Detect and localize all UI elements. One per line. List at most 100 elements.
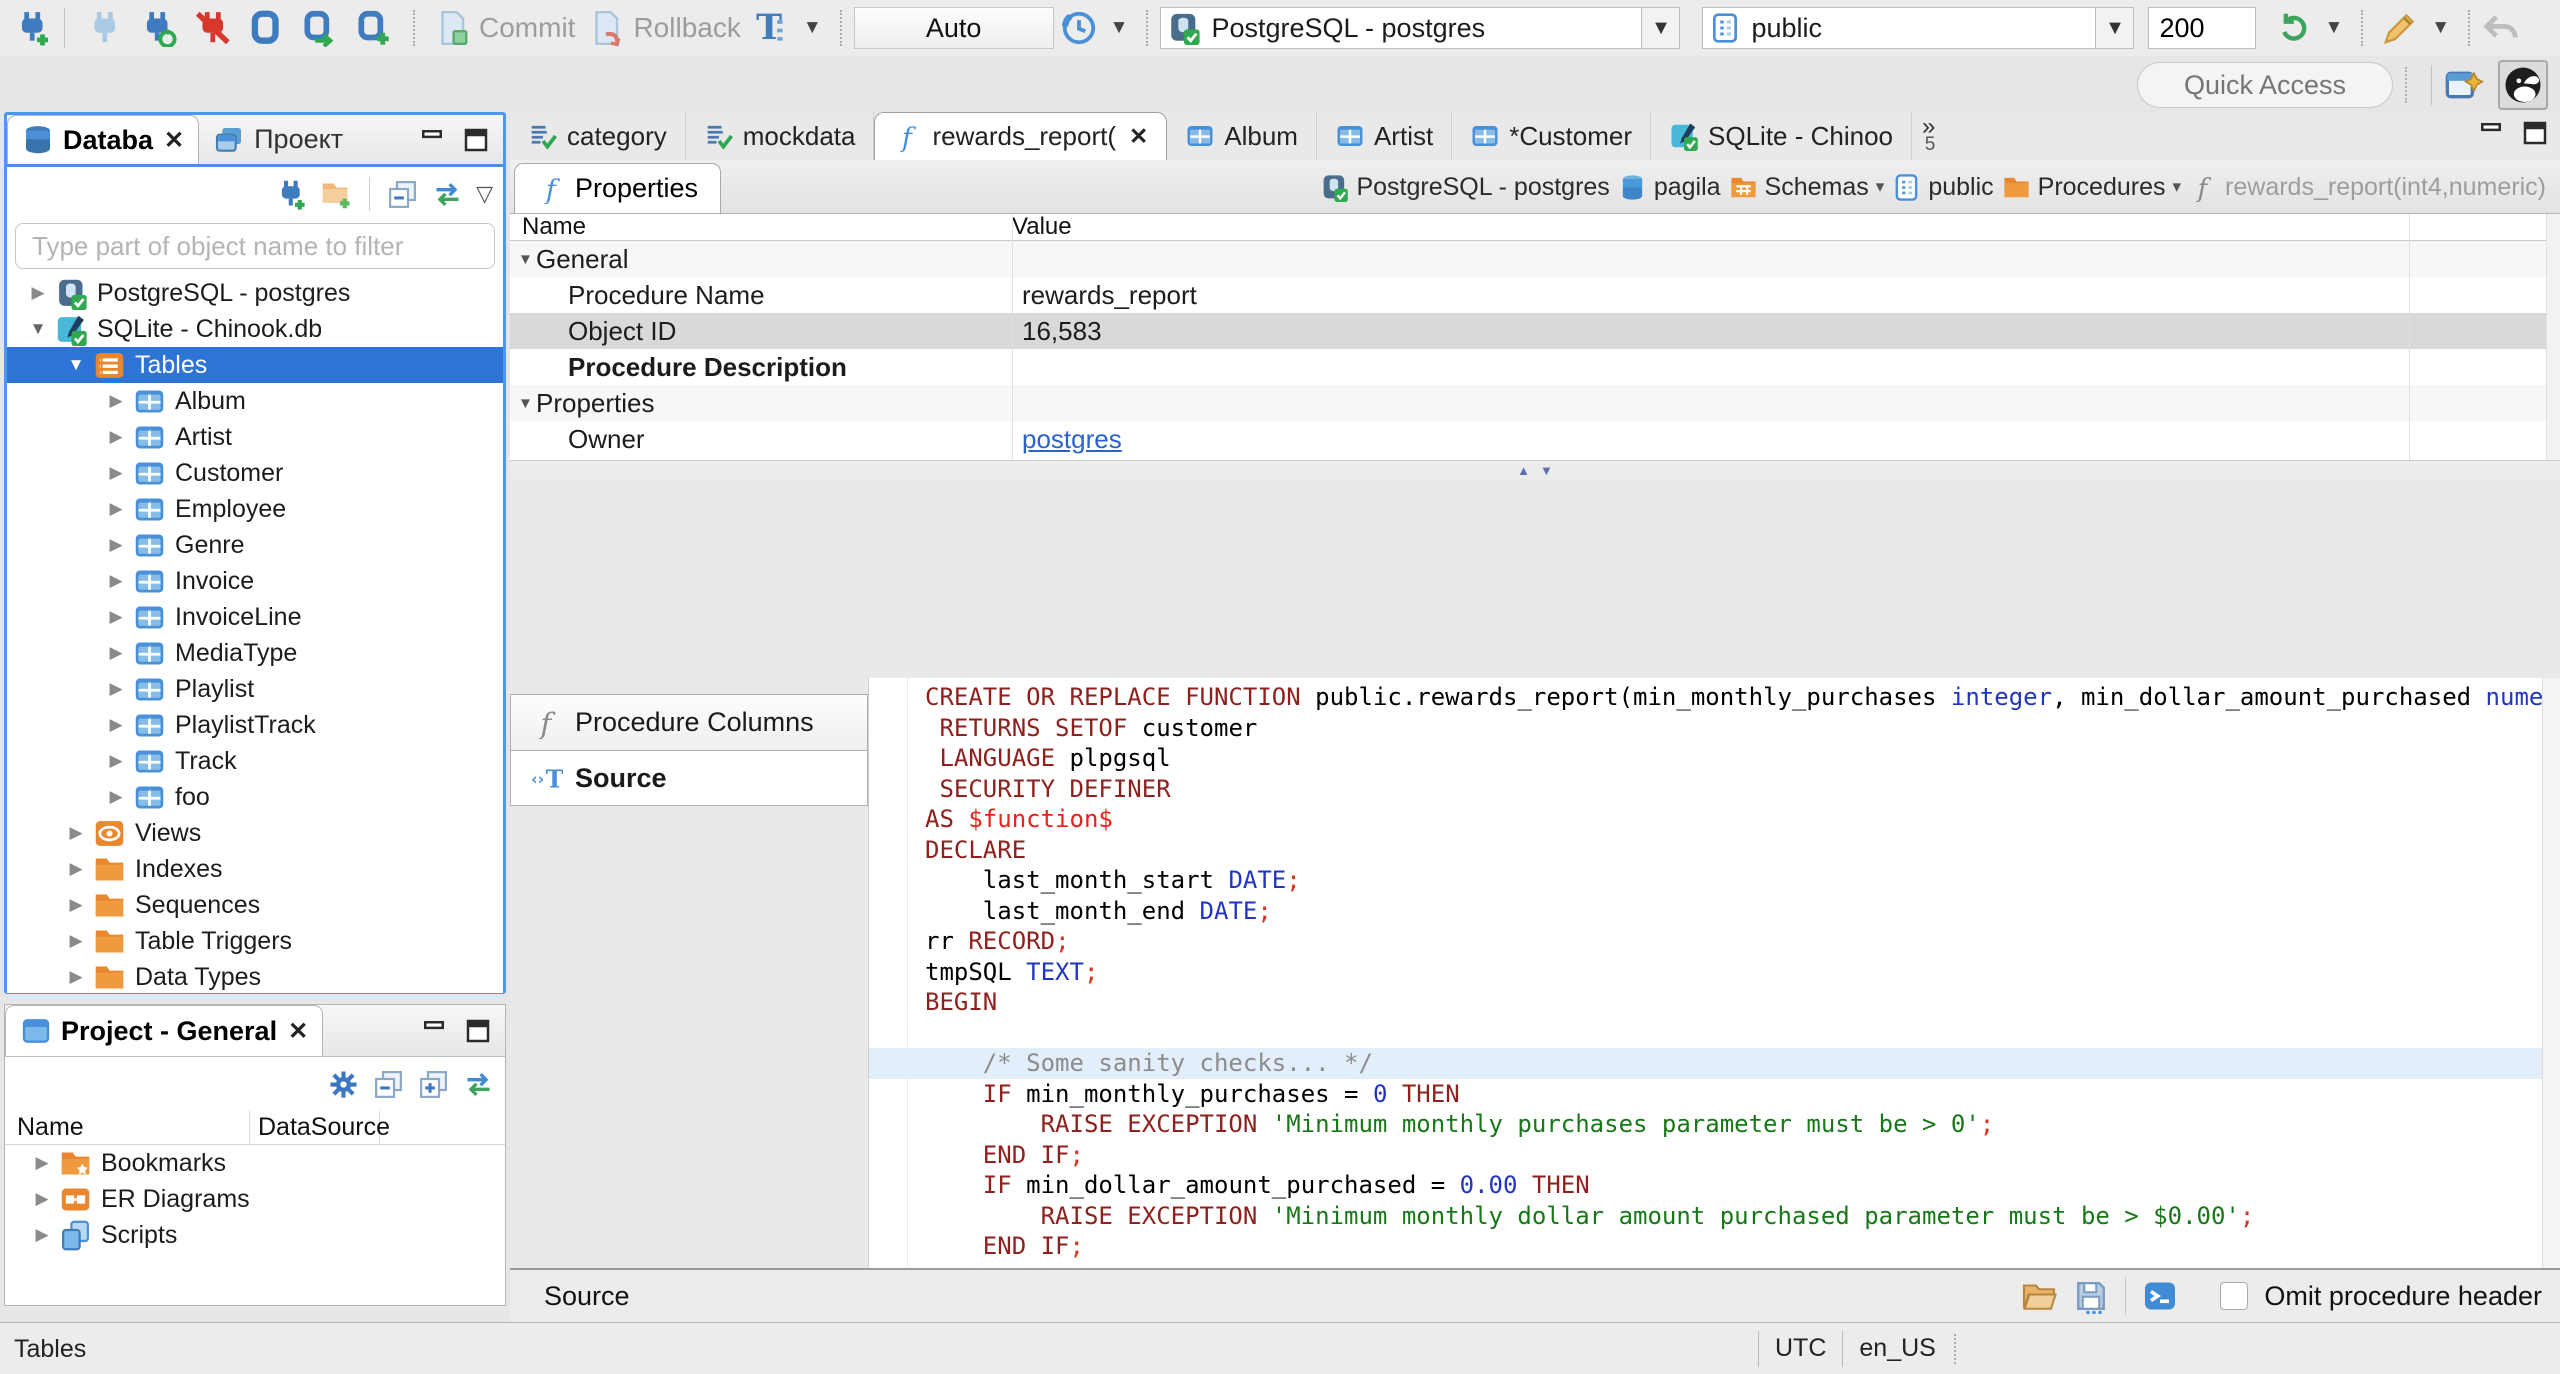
tree-item-indexes[interactable]: ▶ Indexes (7, 851, 503, 887)
tree-item-table-triggers[interactable]: ▶ Table Triggers (7, 923, 503, 959)
link-with-editor-icon[interactable] (462, 1068, 495, 1101)
connection-combo[interactable]: PostgreSQL - postgres ▼ (1160, 7, 1681, 49)
expanded-arrow-icon[interactable]: ▼ (59, 355, 93, 375)
column-datasource[interactable]: DataSource (250, 1111, 390, 1144)
column-value[interactable]: Value (1012, 214, 1072, 241)
collapsed-arrow-icon[interactable]: ▶ (99, 535, 133, 555)
code-line[interactable]: END IF; (925, 1231, 2542, 1262)
rollback-button[interactable]: Rollback (587, 9, 741, 47)
collapse-up-icon[interactable]: ▲ (1517, 463, 1530, 478)
scrollbar[interactable] (2542, 678, 2560, 1268)
tree-item-data-types[interactable]: ▶ Data Types (7, 959, 503, 993)
collapsed-arrow-icon[interactable]: ▶ (99, 607, 133, 627)
tab-properties[interactable]: f Properties (514, 163, 722, 213)
property-row-procedure-name[interactable]: Procedure Name rewards_report (510, 277, 2560, 313)
expanded-arrow-icon[interactable]: ▼ (510, 251, 536, 268)
breadcrumb-item-schemas[interactable]: Schemas ▾ (1729, 173, 1884, 202)
fetch-size-input[interactable] (2149, 12, 2256, 44)
load-from-file-icon[interactable] (2021, 1278, 2058, 1314)
source-editor[interactable]: CREATE OR REPLACE FUNCTION public.reward… (868, 678, 2560, 1268)
editor-tab-album[interactable]: Album (1167, 112, 1317, 160)
collapsed-arrow-icon[interactable]: ▶ (59, 859, 93, 879)
maximize-icon[interactable] (461, 125, 491, 155)
dbeaver-perspective-button[interactable] (2498, 60, 2548, 110)
commit-mode-button[interactable]: Auto (853, 7, 1054, 49)
code-line[interactable]: DECLARE (925, 835, 2542, 866)
collapsed-arrow-icon[interactable]: ▶ (59, 931, 93, 951)
back-icon[interactable] (2482, 9, 2520, 47)
code-line[interactable]: CREATE OR REPLACE FUNCTION public.reward… (925, 682, 2542, 713)
code-line[interactable]: RETURNS SETOF customer (925, 713, 2542, 744)
tree-item-sqlite-chinook-db[interactable]: ▼ SQLite - Chinook.db (7, 311, 503, 347)
win-min-icon[interactable] (2476, 118, 2506, 148)
tree-item-employee[interactable]: ▶ Employee (7, 491, 503, 527)
minimize-icon[interactable] (417, 125, 447, 155)
locale-label[interactable]: en_US (1859, 1334, 1935, 1363)
editor-tab-mockdata[interactable]: mockdata (686, 112, 875, 160)
close-icon[interactable]: ✕ (288, 1017, 308, 1046)
current-line[interactable]: /* Some sanity checks... */ (869, 1048, 2542, 1079)
collapse-down-icon[interactable]: ▼ (1540, 463, 1553, 478)
maximize-icon[interactable] (463, 1016, 493, 1046)
project-item-er-diagrams[interactable]: ▶ ER Diagrams (5, 1181, 505, 1217)
auto-refresh-button[interactable]: ▼ (2274, 9, 2343, 47)
tree-item-track[interactable]: ▶ Track (7, 743, 503, 779)
tree-item-mediatype[interactable]: ▶ MediaType (7, 635, 503, 671)
tree-item-tables[interactable]: ▼ Tables (7, 347, 503, 383)
collapsed-arrow-icon[interactable]: ▶ (25, 1189, 59, 1209)
code-line[interactable]: rr RECORD; (925, 926, 2542, 957)
tab-overflow-button[interactable]: » 5 (1912, 112, 1945, 160)
close-icon[interactable]: ✕ (164, 126, 184, 155)
save-to-file-icon[interactable] (2073, 1278, 2109, 1314)
code-line[interactable]: IF min_dollar_amount_purchased = 0.00 TH… (925, 1170, 2542, 1201)
open-in-sql-console-icon[interactable] (2142, 1278, 2178, 1314)
transaction-log-button[interactable]: ▼ (1060, 9, 1128, 47)
property-row-object-id[interactable]: Object ID 16,583 (510, 313, 2560, 349)
source-code[interactable]: CREATE OR REPLACE FUNCTION public.reward… (869, 682, 2542, 1268)
commit-button[interactable]: Commit (433, 9, 575, 47)
project-item-bookmarks[interactable]: ▶ Bookmarks (5, 1145, 505, 1181)
sql-editor-icon[interactable] (247, 9, 285, 47)
editor-tab--customer[interactable]: *Customer (1452, 112, 1652, 160)
code-line[interactable]: SECURITY DEFINER (925, 774, 2542, 805)
tab-database-navigator[interactable]: Databa ✕ (7, 115, 200, 164)
chevron-down-icon[interactable]: ▾ (2173, 177, 2182, 197)
code-line[interactable]: BEGIN (925, 987, 2542, 1018)
editor-tab-rewards-report-[interactable]: f rewards_report(✕ (874, 112, 1168, 160)
tree-item-playlisttrack[interactable]: ▶ PlaylistTrack (7, 707, 503, 743)
collapse-all-icon[interactable] (372, 1068, 405, 1101)
tree-item-invoiceline[interactable]: ▶ InvoiceLine (7, 599, 503, 635)
code-line[interactable]: END IF; (925, 1140, 2542, 1171)
view-menu-icon[interactable]: ▽ (476, 181, 493, 207)
new-sql-editor-icon[interactable] (355, 9, 393, 47)
property-row-procedure-description[interactable]: Procedure Description (510, 349, 2560, 385)
expanded-arrow-icon[interactable]: ▼ (21, 319, 55, 339)
open-perspective-icon[interactable] (2444, 65, 2484, 105)
column-name[interactable]: Name (510, 214, 1012, 241)
new-connection-icon[interactable] (275, 178, 308, 211)
collapsed-arrow-icon[interactable]: ▶ (59, 967, 93, 987)
disconnect-icon[interactable] (193, 9, 231, 47)
property-row-general[interactable]: ▼ General (510, 241, 2560, 277)
tree-item-sequences[interactable]: ▶ Sequences (7, 887, 503, 923)
tree-item-customer[interactable]: ▶ Customer (7, 455, 503, 491)
expand-all-icon[interactable] (417, 1068, 450, 1101)
tab-projects[interactable]: Проект (199, 115, 357, 164)
splitter-handle[interactable]: ▲ ▼ (510, 461, 2560, 479)
editor-tab-artist[interactable]: Artist (1317, 112, 1453, 160)
object-filter-input[interactable] (15, 223, 495, 269)
collapsed-arrow-icon[interactable]: ▶ (99, 715, 133, 735)
quick-access-input[interactable] (2137, 62, 2393, 108)
collapse-all-icon[interactable] (386, 178, 419, 211)
column-name[interactable]: Name (5, 1111, 250, 1144)
tree-item-invoice[interactable]: ▶ Invoice (7, 563, 503, 599)
tree-item-album[interactable]: ▶ Album (7, 383, 503, 419)
collapsed-arrow-icon[interactable]: ▶ (21, 283, 55, 303)
breadcrumb-item-procedures[interactable]: Procedures ▾ (2002, 173, 2181, 202)
breadcrumb-item-rewards-report-int4-numeric-[interactable]: f rewards_report(int4,numeric) (2189, 173, 2546, 202)
win-max-icon[interactable] (2520, 118, 2550, 148)
tree-item-foo[interactable]: ▶ foo (7, 779, 503, 815)
reconnect-icon[interactable] (139, 9, 177, 47)
expanded-arrow-icon[interactable]: ▼ (510, 395, 536, 412)
code-line[interactable]: last_month_start DATE; (925, 865, 2542, 896)
